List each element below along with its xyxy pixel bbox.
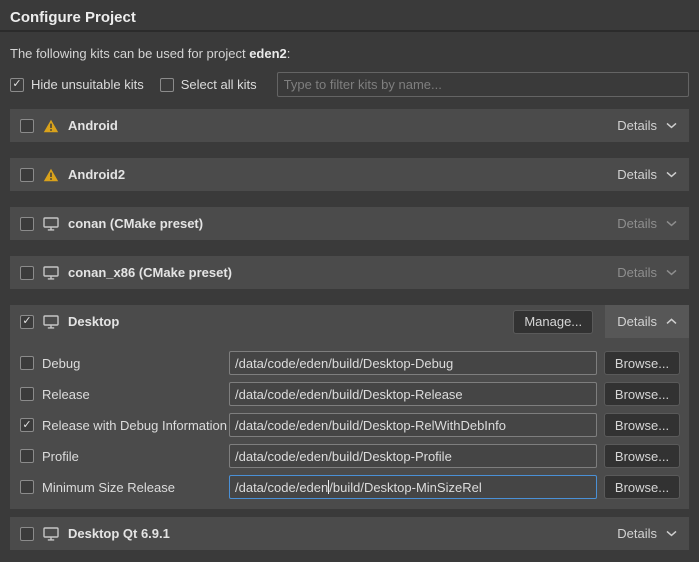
desktop-icon: [43, 527, 59, 541]
kit-name: conan (CMake preset): [68, 216, 203, 231]
details-button[interactable]: Details: [605, 109, 689, 142]
browse-button[interactable]: Browse...: [604, 351, 680, 375]
build-dir-input[interactable]: [229, 444, 597, 468]
build-dir-input[interactable]: [229, 351, 597, 375]
chevron-down-icon: [666, 122, 677, 129]
kit-filter-bar: Hide unsuitable kits Select all kits: [10, 72, 689, 97]
build-config-row-release: Release Browse...: [20, 382, 680, 406]
kit-filter-input[interactable]: [277, 72, 689, 97]
chevron-down-icon: [666, 530, 677, 537]
build-dir-input[interactable]: [229, 382, 597, 406]
kit-checkbox[interactable]: [20, 527, 34, 541]
browse-button[interactable]: Browse...: [604, 382, 680, 406]
build-dir-input[interactable]: [229, 413, 597, 437]
config-checkbox[interactable]: [20, 356, 34, 370]
kit-checkbox[interactable]: [20, 266, 34, 280]
intro-text: The following kits can be used for proje…: [10, 46, 689, 61]
hide-unsuitable-label: Hide unsuitable kits: [31, 77, 144, 92]
warning-icon: [43, 168, 59, 182]
kit-name: Desktop Qt 6.9.1: [68, 526, 170, 541]
select-all-checkbox[interactable]: [160, 78, 174, 92]
kit-name: Android: [68, 118, 118, 133]
config-checkbox[interactable]: [20, 449, 34, 463]
config-label: Release: [42, 387, 229, 402]
kit-row-conan[interactable]: conan (CMake preset) Details: [10, 207, 689, 240]
details-label: Details: [617, 265, 657, 280]
details-button[interactable]: Details: [605, 207, 689, 240]
config-label: Release with Debug Information: [42, 418, 229, 433]
kit-row-android[interactable]: Android Details: [10, 109, 689, 142]
kit-name: Android2: [68, 167, 125, 182]
hide-unsuitable-kits-option[interactable]: Hide unsuitable kits: [10, 77, 144, 92]
kit-name: conan_x86 (CMake preset): [68, 265, 232, 280]
kit-name: Desktop: [68, 314, 119, 329]
page-title: Configure Project: [10, 9, 689, 26]
details-label: Details: [617, 118, 657, 133]
details-label: Details: [617, 526, 657, 541]
desktop-icon: [43, 315, 59, 329]
warning-icon: [43, 119, 59, 133]
path-text-after-caret: /build/Desktop-MinSizeRel: [329, 480, 481, 495]
select-all-label: Select all kits: [181, 77, 257, 92]
kit-checkbox[interactable]: [20, 217, 34, 231]
build-config-row-profile: Profile Browse...: [20, 444, 680, 468]
intro-prefix: The following kits can be used for proje…: [10, 46, 249, 61]
kit-checkbox[interactable]: [20, 168, 34, 182]
intro-suffix: :: [287, 46, 291, 61]
details-button[interactable]: Details: [605, 158, 689, 191]
details-label: Details: [617, 167, 657, 182]
details-button[interactable]: Details: [605, 517, 689, 550]
chevron-down-icon: [666, 269, 677, 276]
manage-button[interactable]: Manage...: [513, 310, 593, 334]
kit-section-desktop: Desktop Manage... Details Debug Browse..…: [10, 305, 689, 509]
chevron-up-icon: [666, 318, 677, 325]
config-checkbox[interactable]: [20, 418, 34, 432]
config-label: Minimum Size Release: [42, 480, 229, 495]
config-checkbox[interactable]: [20, 480, 34, 494]
chevron-down-icon: [666, 220, 677, 227]
build-config-row-minsizerel: Minimum Size Release /data/code/eden/bui…: [20, 475, 680, 499]
kit-checkbox[interactable]: [20, 119, 34, 133]
kit-row-desktop[interactable]: Desktop Manage... Details: [10, 305, 689, 338]
config-checkbox[interactable]: [20, 387, 34, 401]
select-all-kits-option[interactable]: Select all kits: [160, 77, 257, 92]
kit-row-conan-x86[interactable]: conan_x86 (CMake preset) Details: [10, 256, 689, 289]
path-text-before-caret: /data/code/eden: [235, 480, 328, 495]
browse-button[interactable]: Browse...: [604, 444, 680, 468]
project-name: eden2: [249, 46, 287, 61]
browse-button[interactable]: Browse...: [604, 475, 680, 499]
config-label: Profile: [42, 449, 229, 464]
config-label: Debug: [42, 356, 229, 371]
kit-list: Android Details Android2 Details conan (…: [10, 109, 689, 550]
hide-unsuitable-checkbox[interactable]: [10, 78, 24, 92]
build-dir-input-focused[interactable]: /data/code/eden/build/Desktop-MinSizeRel: [229, 475, 597, 499]
page-header: Configure Project: [0, 0, 699, 32]
details-button[interactable]: Details: [605, 256, 689, 289]
details-label: Details: [617, 314, 657, 329]
desktop-icon: [43, 217, 59, 231]
build-config-list: Debug Browse... Release Browse... Releas…: [10, 338, 689, 509]
build-config-row-debug: Debug Browse...: [20, 351, 680, 375]
kit-row-android2[interactable]: Android2 Details: [10, 158, 689, 191]
details-label: Details: [617, 216, 657, 231]
build-config-row-relwithdebinfo: Release with Debug Information Browse...: [20, 413, 680, 437]
desktop-icon: [43, 266, 59, 280]
browse-button[interactable]: Browse...: [604, 413, 680, 437]
chevron-down-icon: [666, 171, 677, 178]
kit-row-desktop-qt[interactable]: Desktop Qt 6.9.1 Details: [10, 517, 689, 550]
kit-checkbox[interactable]: [20, 315, 34, 329]
details-button[interactable]: Details: [605, 305, 689, 338]
